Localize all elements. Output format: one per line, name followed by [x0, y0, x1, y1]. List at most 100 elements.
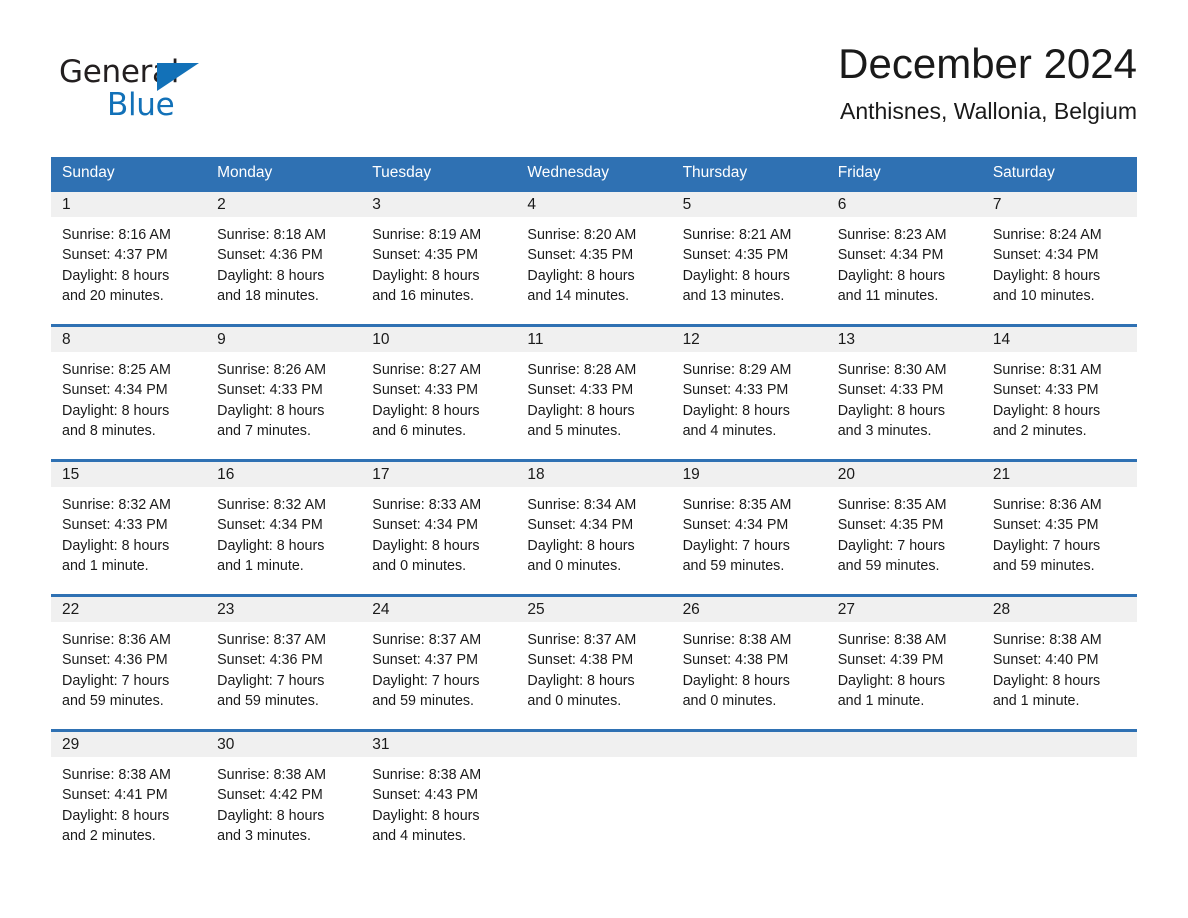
weekday-header-thursday: Thursday: [682, 164, 748, 181]
week-row: 15 Sunrise: 8:32 AM Sunset: 4:33 PM Dayligh…: [51, 462, 1137, 594]
daylight-text-line1: Daylight: 8 hours: [527, 402, 635, 419]
daylight-text-line1: Daylight: 8 hours: [837, 402, 945, 419]
day-number: 8: [51, 327, 207, 352]
day-details: Sunrise: 8:37 AM Sunset: 4:36 PM Daylight:…: [206, 622, 361, 711]
day-cell[interactable]: 26 Sunrise: 8:38 AM Sunset: 4:38 PM Dayligh…: [671, 597, 827, 729]
day-cell[interactable]: 25 Sunrise: 8:37 AM Sunset: 4:38 PM Dayligh…: [516, 597, 672, 729]
sunrise-text: Sunrise: 8:24 AM: [992, 227, 1102, 243]
daylight-text-line2: and 7 minutes.: [217, 422, 311, 439]
sunrise-text: Sunrise: 8:32 AM: [62, 497, 171, 513]
day-cell[interactable]: 21 Sunrise: 8:36 AM Sunset: 4:35 PM Dayligh…: [981, 462, 1137, 594]
sunrise-text: Sunrise: 8:20 AM: [527, 227, 637, 243]
title-block: December 2024 Anthisnes, Wallonia, Belgi…: [377, 40, 1137, 126]
day-cell[interactable]: 9 Sunrise: 8:26 AM Sunset: 4:33 PM Daylight…: [206, 327, 362, 459]
day-cell[interactable]: 23 Sunrise: 8:37 AM Sunset: 4:36 PM Dayligh…: [206, 597, 362, 729]
day-cell[interactable]: 11 Sunrise: 8:28 AM Sunset: 4:33 PM Dayligh…: [516, 327, 672, 459]
day-cell[interactable]: 24 Sunrise: 8:37 AM Sunset: 4:37 PM Dayligh…: [361, 597, 517, 729]
day-cell[interactable]: 16 Sunrise: 8:32 AM Sunset: 4:34 PM Dayligh…: [206, 462, 362, 594]
daylight-text-line2: and 59 minutes.: [682, 557, 785, 574]
day-details: Sunrise: 8:16 AM Sunset: 4:37 PM Daylight:…: [51, 217, 206, 306]
sunrise-text: Sunrise: 8:38 AM: [682, 632, 792, 648]
daylight-text-line2: and 13 minutes.: [682, 287, 785, 304]
day-cell[interactable]: 2 Sunrise: 8:18 AM Sunset: 4:36 PM Daylight…: [206, 192, 362, 324]
daylight-text-line2: and 6 minutes.: [372, 422, 467, 439]
day-cell[interactable]: 27 Sunrise: 8:38 AM Sunset: 4:39 PM Dayligh…: [826, 597, 982, 729]
location-subtitle: Anthisnes, Wallonia, Belgium: [839, 98, 1137, 125]
day-number: 6: [826, 192, 982, 217]
day-cell[interactable]: 14 Sunrise: 8:31 AM Sunset: 4:33 PM Dayligh…: [981, 327, 1137, 459]
weekday-header-monday: Monday: [217, 164, 273, 181]
daylight-text-line1: Daylight: 8 hours: [992, 672, 1101, 689]
sunrise-text: Sunrise: 8:37 AM: [372, 632, 482, 648]
day-cell[interactable]: 3 Sunrise: 8:19 AM Sunset: 4:35 PM Daylight…: [361, 192, 517, 324]
day-cell[interactable]: 7 Sunrise: 8:24 AM Sunset: 4:34 PM Daylight…: [981, 192, 1137, 324]
daylight-text-line2: and 3 minutes.: [217, 827, 311, 844]
day-details: Sunrise: 8:23 AM Sunset: 4:34 PM Daylight:…: [827, 217, 982, 306]
daylight-text-line2: and 20 minutes.: [62, 287, 164, 304]
daylight-text-line1: Daylight: 8 hours: [837, 267, 945, 284]
general-blue-logo[interactable]: General Blue: [59, 54, 319, 130]
day-cell[interactable]: 31 Sunrise: 8:38 AM Sunset: 4:43 PM Dayligh…: [361, 732, 517, 864]
day-number: [981, 732, 1137, 757]
sunrise-text: Sunrise: 8:34 AM: [527, 497, 637, 513]
daylight-text-line2: and 4 minutes.: [372, 827, 467, 844]
day-cell[interactable]: 10 Sunrise: 8:27 AM Sunset: 4:33 PM Dayligh…: [361, 327, 517, 459]
day-cell[interactable]: 17 Sunrise: 8:33 AM Sunset: 4:34 PM Dayligh…: [361, 462, 517, 594]
sunset-text: Sunset: 4:39 PM: [837, 652, 944, 669]
sunrise-text: Sunrise: 8:16 AM: [62, 227, 171, 243]
daylight-text-line2: and 8 minutes.: [62, 422, 156, 439]
day-details: Sunrise: 8:37 AM Sunset: 4:37 PM Daylight:…: [361, 622, 516, 711]
sunset-text: Sunset: 4:37 PM: [62, 247, 168, 264]
daylight-text-line2: and 1 minute.: [837, 692, 925, 709]
sunrise-text: Sunrise: 8:33 AM: [372, 497, 482, 513]
day-details: Sunrise: 8:19 AM Sunset: 4:35 PM Daylight:…: [361, 217, 516, 306]
day-details: [672, 757, 827, 765]
day-number: 11: [516, 327, 672, 352]
day-details: Sunrise: 8:27 AM Sunset: 4:33 PM Daylight:…: [361, 352, 516, 441]
day-cell[interactable]: 20 Sunrise: 8:35 AM Sunset: 4:35 PM Dayligh…: [826, 462, 982, 594]
sunset-text: Sunset: 4:33 PM: [682, 382, 789, 399]
weekday-header-friday: Friday: [837, 164, 881, 181]
sunset-text: Sunset: 4:34 PM: [992, 247, 1099, 264]
day-cell[interactable]: 19 Sunrise: 8:35 AM Sunset: 4:34 PM Dayligh…: [671, 462, 827, 594]
daylight-text-line1: Daylight: 8 hours: [527, 267, 635, 284]
day-details: Sunrise: 8:30 AM Sunset: 4:33 PM Daylight:…: [827, 352, 982, 441]
day-cell[interactable]: 4 Sunrise: 8:20 AM Sunset: 4:35 PM Daylight…: [516, 192, 672, 324]
day-cell[interactable]: 22 Sunrise: 8:36 AM Sunset: 4:36 PM Dayligh…: [51, 597, 207, 729]
day-cell[interactable]: 1 Sunrise: 8:16 AM Sunset: 4:37 PM Daylight…: [51, 192, 207, 324]
day-cell[interactable]: 15 Sunrise: 8:32 AM Sunset: 4:33 PM Dayligh…: [51, 462, 207, 594]
daylight-text-line1: Daylight: 8 hours: [372, 267, 480, 284]
weekday-header-sunday: Sunday: [62, 164, 115, 181]
daylight-text-line1: Daylight: 8 hours: [62, 402, 170, 419]
sunrise-text: Sunrise: 8:30 AM: [837, 362, 947, 378]
day-cell[interactable]: 6 Sunrise: 8:23 AM Sunset: 4:34 PM Daylight…: [826, 192, 982, 324]
week-row: 22 Sunrise: 8:36 AM Sunset: 4:36 PM Dayligh…: [51, 597, 1137, 729]
weekday-header-tuesday: Tuesday: [372, 164, 432, 181]
daylight-text-line1: Daylight: 8 hours: [217, 402, 325, 419]
day-cell[interactable]: 12 Sunrise: 8:29 AM Sunset: 4:33 PM Dayligh…: [671, 327, 827, 459]
day-cell[interactable]: 5 Sunrise: 8:21 AM Sunset: 4:35 PM Daylight…: [671, 192, 827, 324]
daylight-text-line2: and 14 minutes.: [527, 287, 630, 304]
week-row: 29 Sunrise: 8:38 AM Sunset: 4:41 PM Dayligh…: [51, 732, 1137, 864]
daylight-text-line2: and 4 minutes.: [682, 422, 777, 439]
day-cell[interactable]: 13 Sunrise: 8:30 AM Sunset: 4:33 PM Dayligh…: [826, 327, 982, 459]
day-cell[interactable]: 8 Sunrise: 8:25 AM Sunset: 4:34 PM Daylight…: [51, 327, 207, 459]
day-details: Sunrise: 8:36 AM Sunset: 4:36 PM Daylight:…: [51, 622, 206, 711]
daylight-text-line2: and 0 minutes.: [682, 692, 777, 709]
sunrise-text: Sunrise: 8:32 AM: [217, 497, 327, 513]
sunrise-text: Sunrise: 8:36 AM: [62, 632, 171, 648]
day-cell[interactable]: 29 Sunrise: 8:38 AM Sunset: 4:41 PM Dayligh…: [51, 732, 207, 864]
day-details: Sunrise: 8:38 AM Sunset: 4:43 PM Daylight:…: [361, 757, 516, 846]
day-number: 13: [826, 327, 982, 352]
day-details: Sunrise: 8:18 AM Sunset: 4:36 PM Daylight:…: [206, 217, 361, 306]
daylight-text-line1: Daylight: 8 hours: [837, 672, 945, 689]
sunset-text: Sunset: 4:34 PM: [217, 517, 323, 534]
day-cell[interactable]: 30 Sunrise: 8:38 AM Sunset: 4:42 PM Dayligh…: [206, 732, 362, 864]
day-cell[interactable]: 28 Sunrise: 8:38 AM Sunset: 4:40 PM Dayligh…: [981, 597, 1137, 729]
day-details: Sunrise: 8:38 AM Sunset: 4:39 PM Daylight:…: [827, 622, 982, 711]
sunset-text: Sunset: 4:33 PM: [372, 382, 478, 399]
day-details: Sunrise: 8:38 AM Sunset: 4:40 PM Daylight:…: [982, 622, 1137, 711]
day-cell[interactable]: 18 Sunrise: 8:34 AM Sunset: 4:34 PM Dayligh…: [516, 462, 672, 594]
daylight-text-line1: Daylight: 8 hours: [372, 402, 480, 419]
week-row: 8 Sunrise: 8:25 AM Sunset: 4:34 PM Daylight…: [51, 327, 1137, 459]
